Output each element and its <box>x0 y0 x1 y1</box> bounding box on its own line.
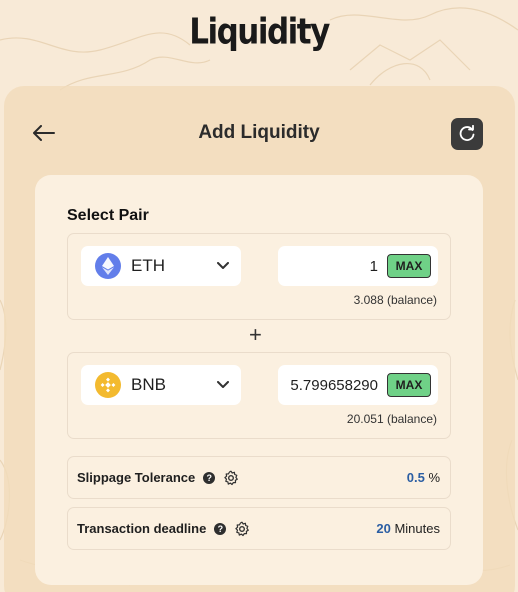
token-b-balance: 20.051 (balance) <box>346 412 437 426</box>
deadline-unit: Minutes <box>394 521 440 536</box>
token-a-balance: 3.088 (balance) <box>353 293 437 307</box>
token-b-symbol: BNB <box>131 375 166 394</box>
token-a-amount-input[interactable] <box>282 257 382 275</box>
ethereum-icon <box>95 253 121 279</box>
gear-icon <box>224 470 239 485</box>
token-b-max-button[interactable]: MAX <box>387 373 431 397</box>
token-a-row: ETH MAX 3.088 (balance) <box>67 233 451 320</box>
token-a-amount-box: MAX <box>278 246 438 286</box>
deadline-value: 20 Minutes <box>376 521 440 536</box>
slippage-number: 0.5 <box>406 470 425 485</box>
refresh-icon <box>459 125 475 141</box>
section-label: Select Pair <box>67 207 149 224</box>
deadline-number: 20 <box>376 521 391 536</box>
token-b-select[interactable]: BNB <box>81 365 241 405</box>
token-b-amount-box: MAX <box>278 365 438 405</box>
token-a-select[interactable]: ETH <box>81 246 241 286</box>
refresh-button[interactable] <box>451 118 483 150</box>
slippage-unit: % <box>428 470 440 485</box>
slippage-row: Slippage Tolerance ? 0.5 % <box>67 456 451 499</box>
deadline-label: Transaction deadline <box>77 521 207 536</box>
chevron-down-icon <box>217 262 229 270</box>
help-icon[interactable]: ? <box>214 522 227 535</box>
token-b-row: BNB MAX 20.051 (balance) <box>67 352 451 439</box>
deadline-row: Transaction deadline ? 20 Minutes <box>67 507 451 550</box>
token-b-amount-input[interactable] <box>282 376 382 394</box>
plus-icon: + <box>249 322 262 347</box>
gear-icon <box>235 521 250 536</box>
slippage-value: 0.5 % <box>407 470 440 485</box>
token-a-max-button[interactable]: MAX <box>387 254 431 278</box>
help-icon[interactable]: ? <box>203 471 216 484</box>
page-title: Liquidity <box>189 11 330 53</box>
bnb-icon <box>95 372 121 398</box>
slippage-settings-button[interactable] <box>223 470 239 486</box>
token-a-symbol: ETH <box>131 256 165 275</box>
deadline-settings-button[interactable] <box>234 521 250 537</box>
chevron-down-icon <box>217 381 229 389</box>
slippage-label: Slippage Tolerance <box>77 470 196 485</box>
card-title: Add Liquidity <box>198 122 320 143</box>
